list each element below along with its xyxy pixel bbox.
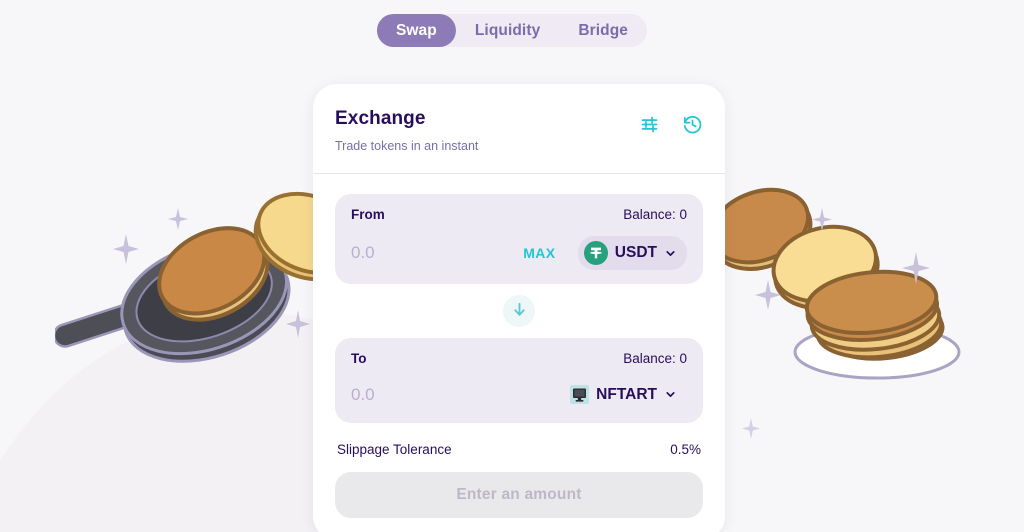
main-nav-tabs[interactable]: Swap Liquidity Bridge: [376, 14, 648, 47]
tether-logo-icon: [583, 241, 608, 265]
sparkle-icon: [902, 252, 930, 289]
swap-direction-wrap: [335, 284, 703, 338]
to-panel-row: NFTART: [351, 380, 687, 409]
to-panel-header: To Balance: 0: [351, 351, 687, 366]
slippage-tolerance-row: Slippage Tolerance 0.5%: [335, 423, 703, 472]
tab-bridge[interactable]: Bridge: [559, 14, 647, 47]
exchange-card: Exchange Trade tokens in an instant From…: [313, 84, 725, 532]
from-label: From: [351, 207, 385, 222]
from-amount-input[interactable]: [351, 243, 501, 263]
settings-sliders-icon[interactable]: [639, 114, 660, 135]
card-body: From Balance: 0 MAX USDT: [313, 174, 725, 518]
from-token-name: USDT: [614, 244, 657, 261]
arrow-down-icon: [511, 301, 528, 321]
from-panel-row: MAX USDT: [351, 236, 687, 270]
sparkle-icon: [168, 208, 188, 235]
max-button[interactable]: MAX: [517, 245, 561, 261]
swap-direction-button[interactable]: [503, 295, 535, 327]
tab-swap[interactable]: Swap: [376, 14, 456, 47]
chevron-down-icon: [664, 388, 677, 401]
slippage-value[interactable]: 0.5%: [670, 442, 701, 457]
page-title: Exchange: [335, 108, 426, 129]
sparkle-icon: [113, 234, 139, 269]
sparkle-icon: [755, 280, 781, 315]
to-balance: Balance: 0: [623, 351, 687, 366]
nftart-logo-icon: [570, 385, 590, 404]
header-icon-group: [639, 108, 703, 135]
to-token-name: NFTART: [596, 385, 657, 403]
from-token-selector[interactable]: USDT: [577, 236, 687, 270]
to-label: To: [351, 351, 367, 366]
enter-amount-button[interactable]: Enter an amount: [335, 472, 703, 518]
history-clock-icon[interactable]: [682, 114, 703, 135]
from-token-panel: From Balance: 0 MAX USDT: [335, 194, 703, 284]
card-subtitle: Trade tokens in an instant: [335, 139, 479, 153]
to-token-panel: To Balance: 0 NFTART: [335, 338, 703, 423]
chevron-down-icon: [664, 247, 677, 260]
tab-liquidity[interactable]: Liquidity: [456, 14, 559, 47]
from-panel-header: From Balance: 0: [351, 207, 687, 222]
sparkle-icon: [742, 418, 760, 444]
to-token-selector[interactable]: NFTART: [564, 380, 687, 409]
from-balance: Balance: 0: [623, 207, 687, 222]
sparkle-icon: [812, 208, 832, 236]
slippage-label: Slippage Tolerance: [337, 442, 452, 457]
pancake-stack-illustration: [709, 185, 1020, 400]
to-amount-input[interactable]: [351, 384, 501, 405]
card-header: Exchange Trade tokens in an instant: [313, 84, 725, 174]
card-header-text: Exchange Trade tokens in an instant: [335, 108, 478, 153]
